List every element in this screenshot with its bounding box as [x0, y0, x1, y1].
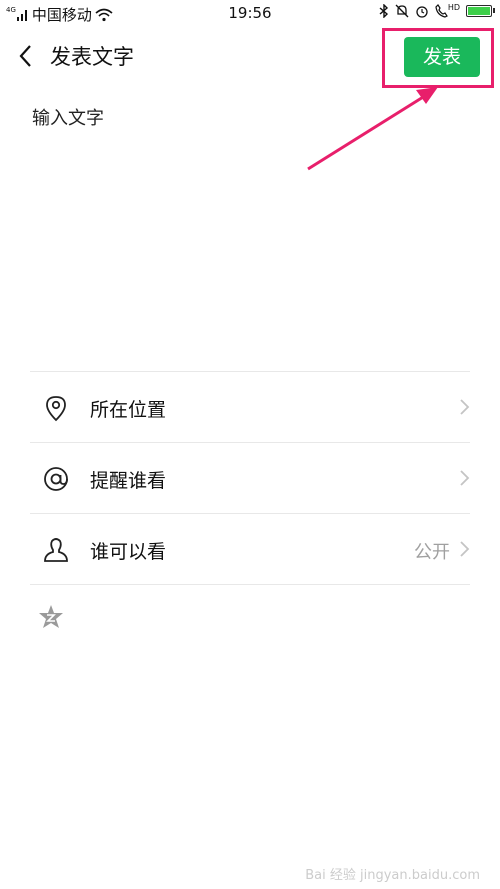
visibility-value: 公开 [414, 542, 450, 563]
star-icon[interactable] [38, 604, 64, 630]
battery-icon [466, 5, 495, 17]
visibility-label: 谁可以看 [90, 541, 167, 563]
remind-label: 提醒谁看 [90, 470, 167, 492]
list-divider [30, 584, 470, 586]
at-icon [44, 467, 68, 491]
location-label: 所在位置 [90, 399, 167, 421]
hd-badge: HD [447, 2, 460, 12]
chevron-right-icon [460, 470, 470, 486]
location-pin-icon [46, 396, 66, 422]
options-list: 所在位置 提醒谁看 谁可以看 公开 [30, 371, 470, 586]
nav-bar: 发表文字 发表 [0, 28, 500, 88]
person-icon [44, 538, 68, 562]
mute-bell-icon [395, 4, 409, 18]
visibility-row[interactable]: 谁可以看 公开 [30, 513, 470, 584]
chevron-right-icon [460, 541, 470, 557]
compose-text-area[interactable]: 输入文字 [32, 104, 462, 354]
watermark: Bai 经验 jingyan.baidu.com [305, 868, 480, 883]
page-title: 发表文字 [50, 45, 134, 69]
back-arrow-icon[interactable] [15, 42, 37, 70]
bluetooth-icon [379, 4, 388, 18]
publish-button[interactable]: 发表 [404, 37, 480, 77]
phone-icon [435, 4, 448, 18]
chevron-right-icon [460, 399, 470, 415]
remind-row[interactable]: 提醒谁看 [30, 442, 470, 513]
status-bar: 4G 中国移动 19:56 HD [0, 0, 500, 28]
status-right: HD [379, 2, 495, 18]
alarm-icon [416, 6, 428, 18]
location-row[interactable]: 所在位置 [30, 371, 470, 442]
